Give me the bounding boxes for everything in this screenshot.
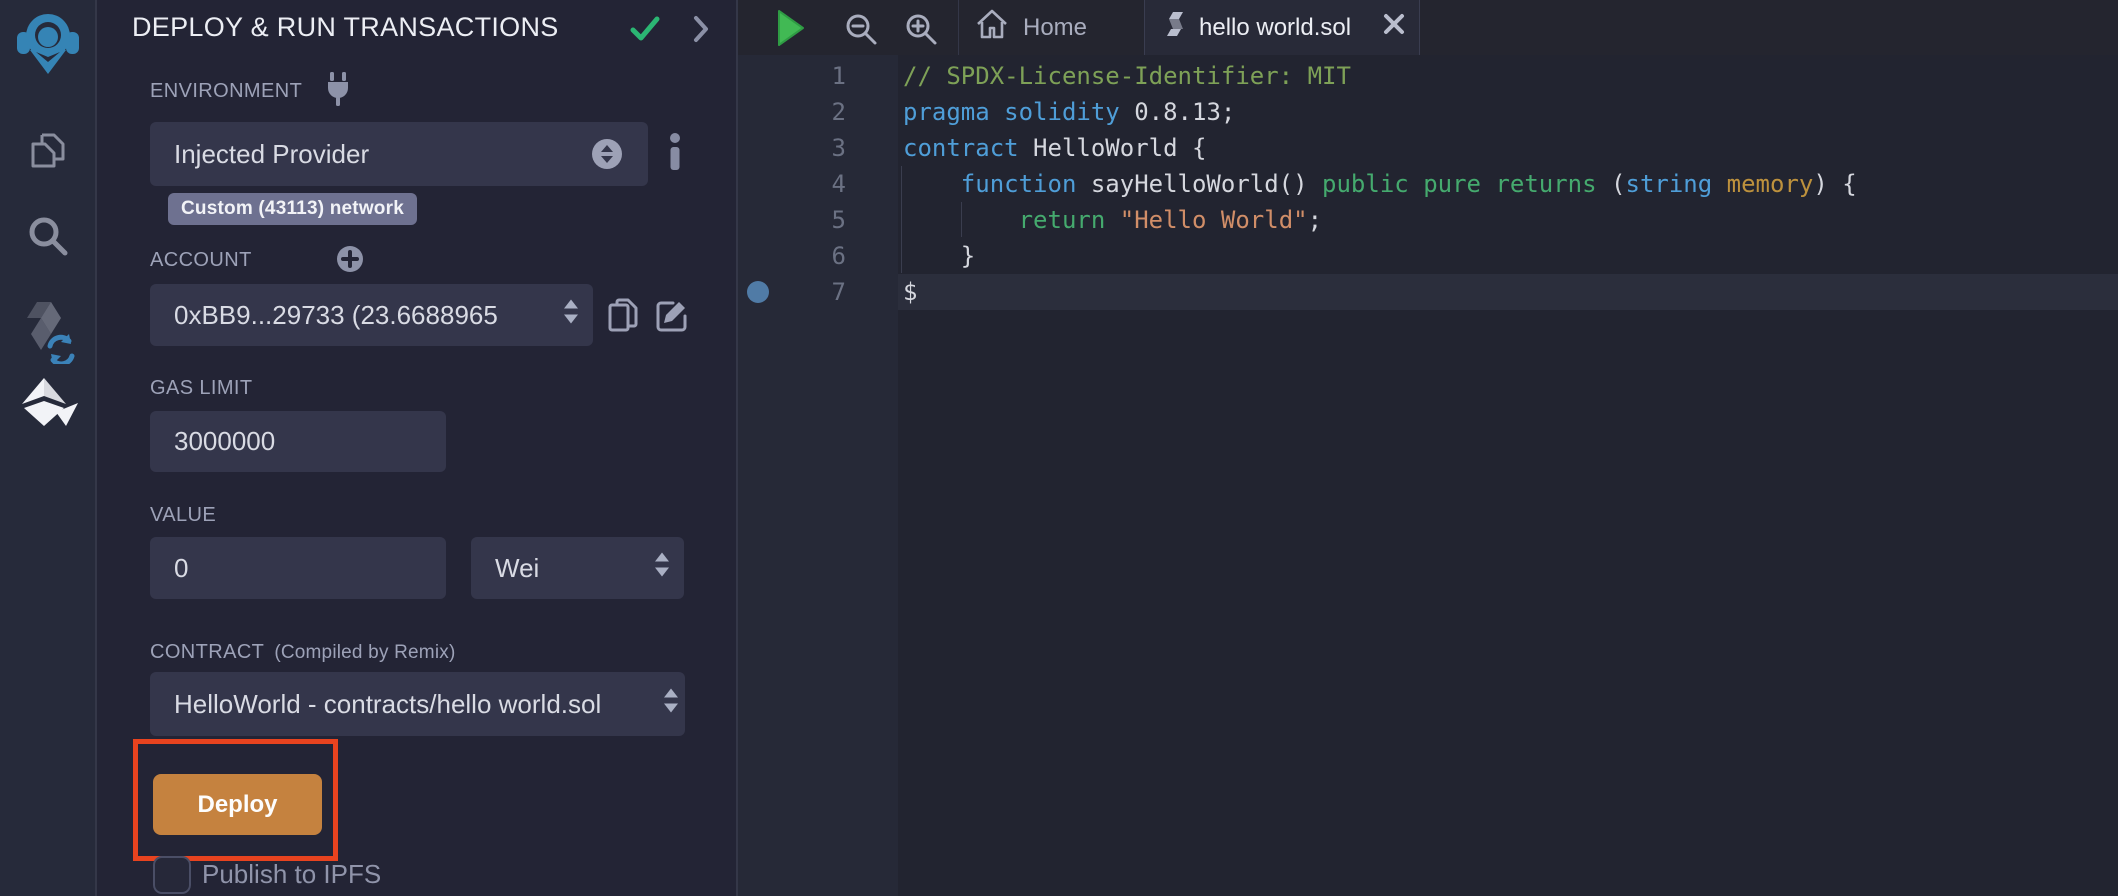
edit-account-icon[interactable] — [653, 296, 691, 339]
gas-limit-input[interactable]: 3000000 — [150, 411, 446, 472]
line-number[interactable]: 7 — [738, 274, 846, 310]
plug-icon — [324, 72, 352, 111]
editor-tab-bar: Home hello world.sol — [738, 0, 2118, 55]
code-line[interactable]: return "Hello World"; — [903, 202, 1857, 238]
line-number[interactable]: 1 — [738, 58, 846, 94]
check-icon — [630, 16, 660, 47]
deploy-run-panel: DEPLOY & RUN TRANSACTIONS ENVIRONMENT In… — [97, 0, 738, 896]
contract-label: CONTRACT (Compiled by Remix) — [150, 641, 456, 664]
deploy-button[interactable]: Deploy — [153, 774, 322, 835]
icon-bar — [0, 0, 97, 896]
search-icon[interactable] — [0, 212, 95, 260]
code-line[interactable]: } — [903, 238, 1857, 274]
tab-home-label: Home — [1023, 14, 1087, 42]
environment-label: ENVIRONMENT — [150, 80, 302, 103]
run-script-icon[interactable] — [776, 9, 806, 52]
contract-stepper-icon — [663, 687, 679, 722]
environment-value: Injected Provider — [174, 139, 369, 170]
tab-hello-world[interactable]: hello world.sol — [1144, 0, 1420, 55]
tab-home[interactable]: Home — [959, 0, 1144, 55]
unit-stepper-icon — [654, 551, 670, 586]
line-number[interactable]: 6 — [738, 238, 846, 274]
value-label: VALUE — [150, 504, 216, 527]
gas-limit-value: 3000000 — [174, 426, 275, 457]
line-number[interactable]: 5 — [738, 202, 846, 238]
gas-limit-label: GAS LIMIT — [150, 377, 253, 400]
value-input[interactable]: 0 — [150, 537, 446, 599]
deploy-run-icon[interactable] — [0, 378, 95, 428]
account-stepper-icon — [563, 298, 579, 333]
environment-select[interactable]: Injected Provider — [150, 122, 648, 186]
contract-label-text: CONTRACT — [150, 641, 264, 663]
line-number[interactable]: 4 — [738, 166, 846, 202]
code-line[interactable]: function sayHelloWorld() public pure ret… — [903, 166, 1857, 202]
copy-account-icon[interactable] — [605, 296, 641, 339]
network-badge: Custom (43113) network — [168, 193, 417, 225]
info-icon[interactable] — [668, 132, 682, 175]
home-icon — [975, 8, 1009, 47]
value-amount: 0 — [174, 553, 188, 584]
line-number[interactable]: 2 — [738, 94, 846, 130]
solidity-compiler-icon[interactable] — [0, 298, 95, 364]
publish-ipfs-label: Publish to IPFS — [202, 859, 381, 890]
zoom-out-icon[interactable] — [844, 12, 878, 51]
value-unit-select[interactable]: Wei — [471, 537, 684, 599]
code-line[interactable]: // SPDX-License-Identifier: MIT — [903, 58, 1857, 94]
code-line[interactable]: $ — [903, 274, 1857, 310]
zoom-in-icon[interactable] — [904, 12, 938, 51]
code-line[interactable]: pragma solidity 0.8.13; — [903, 94, 1857, 130]
close-tab-icon[interactable] — [1383, 13, 1405, 42]
remix-logo-icon[interactable] — [0, 8, 95, 78]
gutter-line-numbers[interactable]: 1234567 — [738, 58, 846, 310]
file-explorer-icon[interactable] — [0, 126, 95, 174]
code-line[interactable]: contract HelloWorld { — [903, 130, 1857, 166]
add-account-icon[interactable] — [336, 245, 364, 278]
solidity-file-icon — [1165, 10, 1185, 45]
environment-stepper-icon — [592, 139, 622, 169]
account-value: 0xBB9...29733 (23.6688965 — [174, 300, 498, 331]
collapse-chevron-icon[interactable] — [693, 15, 709, 48]
indent-guide — [961, 202, 962, 237]
line-number[interactable]: 3 — [738, 130, 846, 166]
account-label: ACCOUNT — [150, 249, 252, 272]
publish-ipfs-checkbox[interactable] — [153, 856, 191, 894]
code-lines[interactable]: // SPDX-License-Identifier: MITpragma so… — [903, 58, 1857, 310]
tab-hello-world-label: hello world.sol — [1199, 14, 1351, 42]
account-select[interactable]: 0xBB9...29733 (23.6688965 — [150, 284, 593, 346]
contract-sublabel: (Compiled by Remix) — [274, 642, 455, 663]
code-editor: Home hello world.sol 1234567 // SPDX-Lic… — [738, 0, 2118, 896]
panel-title: DEPLOY & RUN TRANSACTIONS — [132, 12, 559, 43]
value-unit: Wei — [495, 553, 539, 584]
contract-value: HelloWorld - contracts/hello world.sol — [174, 689, 601, 720]
contract-select[interactable]: HelloWorld - contracts/hello world.sol — [150, 672, 685, 736]
indent-guide — [901, 166, 902, 273]
